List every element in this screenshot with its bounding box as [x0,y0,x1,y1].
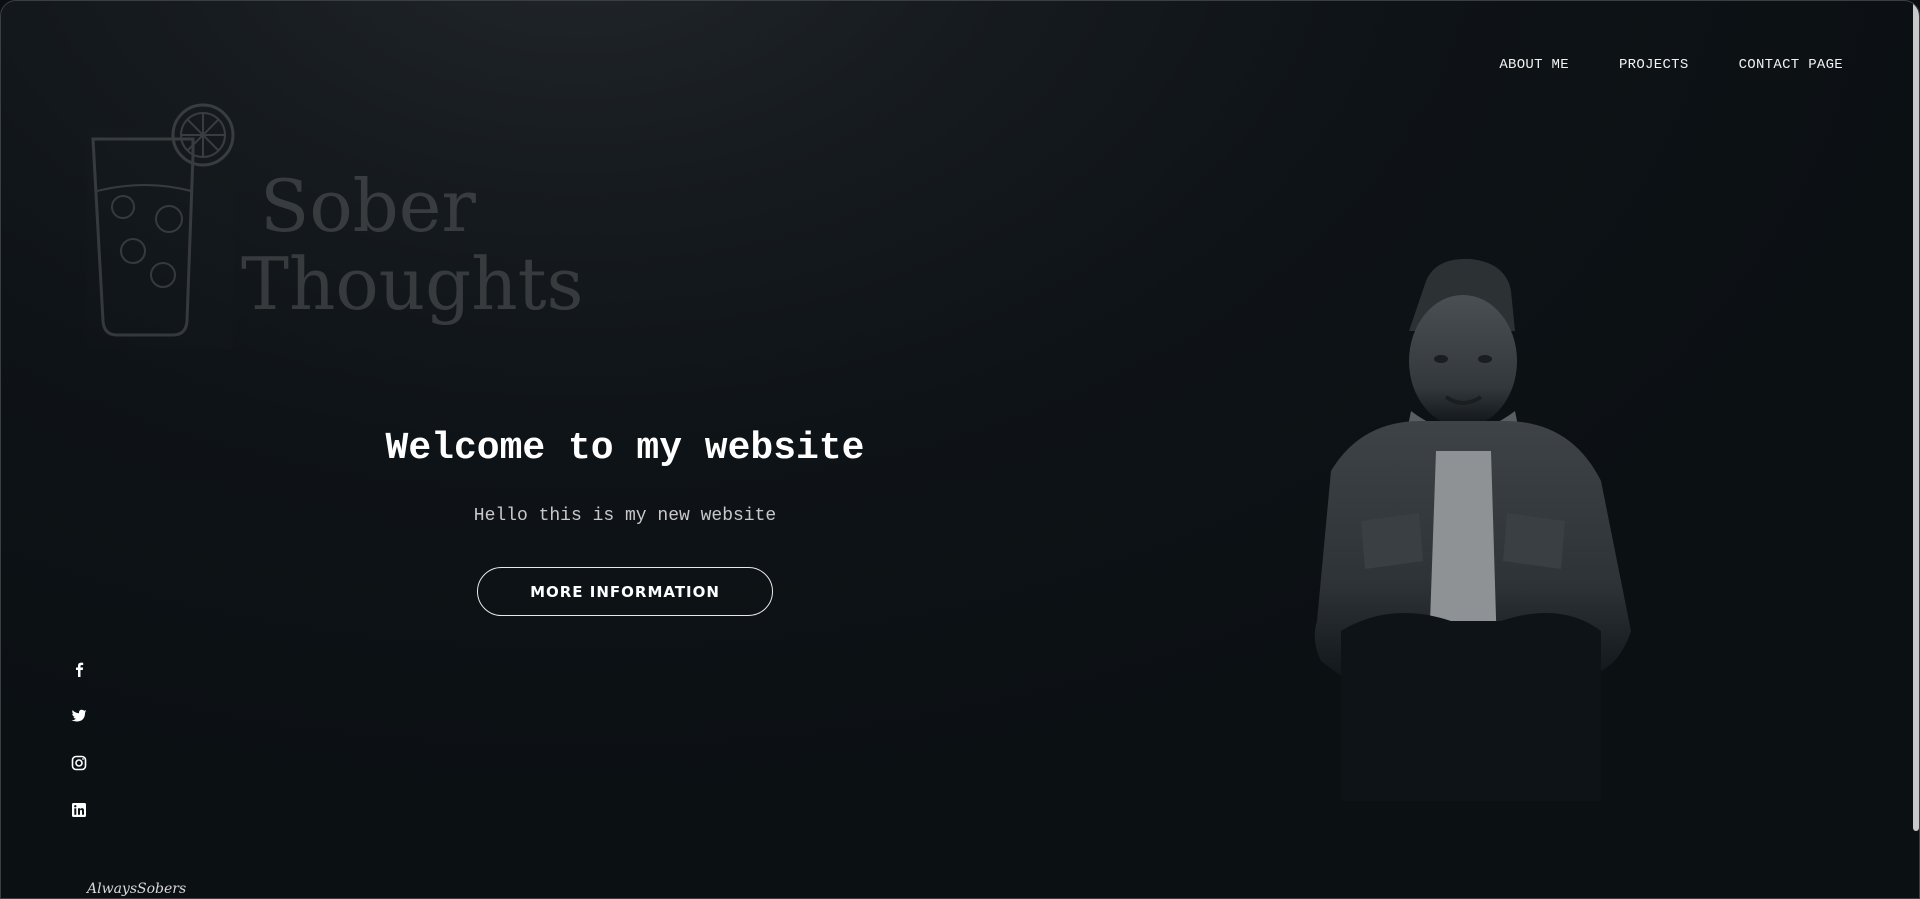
twitter-icon[interactable] [71,708,87,724]
glass-icon [87,95,235,349]
signature: AlwaysSobers [87,881,187,897]
site-logo: Sober Thoughts [87,95,583,349]
scrollbar[interactable] [1913,1,1919,831]
page: ABOUT ME PROJECTS CONTACT PAGE Sober Tho… [0,0,1920,899]
hero-subtitle: Hello this is my new website [473,506,777,526]
nav-about-me[interactable]: ABOUT ME [1499,57,1569,73]
hero-title: Welcome to my website [385,427,865,470]
linkedin-icon[interactable] [71,802,87,818]
more-information-button[interactable]: MORE INFORMATION [477,567,773,616]
top-nav: ABOUT ME PROJECTS CONTACT PAGE [1499,57,1843,73]
portrait-image [1314,258,1631,801]
facebook-icon[interactable] [71,661,87,677]
instagram-icon[interactable] [71,755,87,771]
logo-word-1: Sober [260,164,476,248]
social-links [71,661,87,818]
nav-projects[interactable]: PROJECTS [1619,57,1689,73]
logo-word-2: Thoughts [241,242,584,326]
nav-contact-page[interactable]: CONTACT PAGE [1739,57,1843,73]
